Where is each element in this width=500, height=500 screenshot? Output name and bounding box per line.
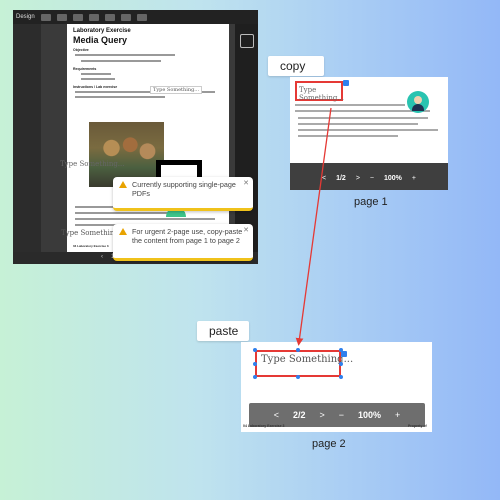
copy-paste-arrow bbox=[295, 107, 332, 346]
arrow-line bbox=[295, 107, 332, 346]
